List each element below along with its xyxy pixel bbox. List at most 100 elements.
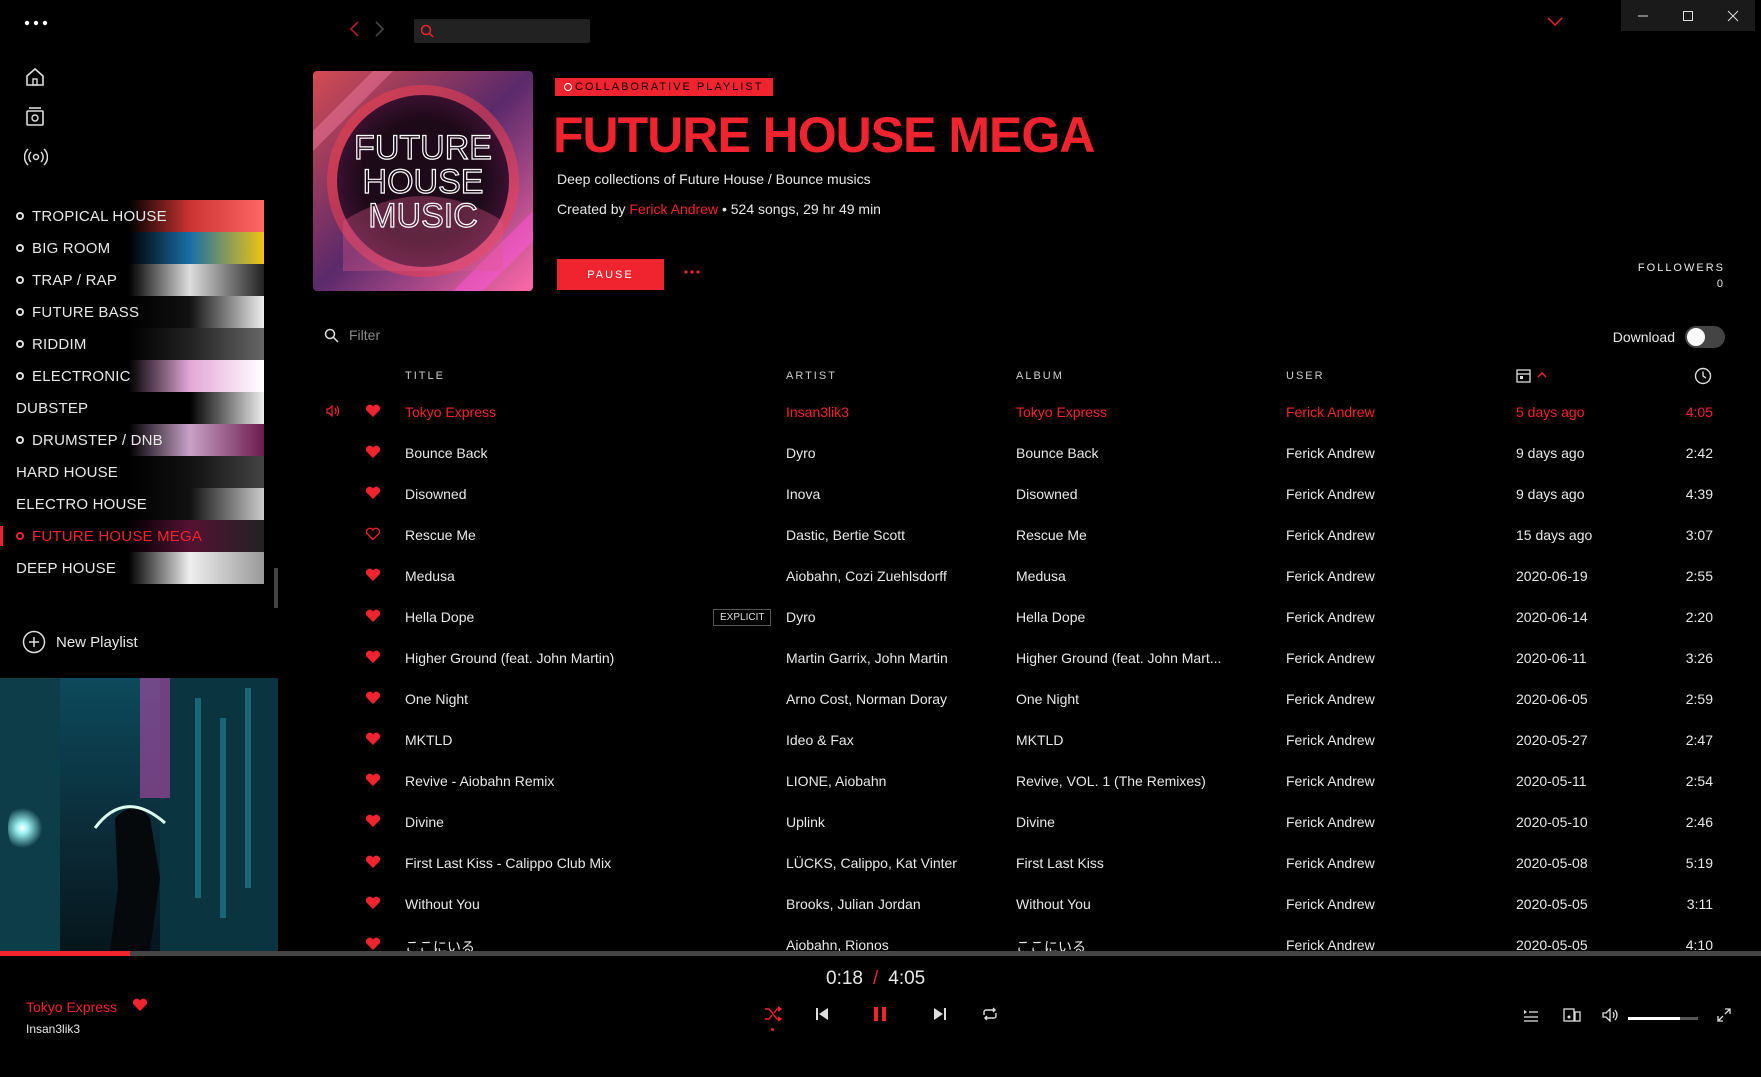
back-arrow-icon[interactable] [348, 20, 360, 38]
track-title[interactable]: MKTLD [405, 732, 452, 748]
shuffle-icon[interactable] [764, 1006, 782, 1022]
track-album[interactable]: Hella Dope [1016, 609, 1085, 625]
heart-icon[interactable] [365, 814, 381, 828]
table-row[interactable]: Hella Dope EXPLICIT Dyro Hella Dope Ferick A… [0, 597, 1761, 638]
chevron-down-icon[interactable] [1547, 17, 1563, 27]
pause-button[interactable]: PAUSE [557, 259, 664, 290]
track-title[interactable]: One Night [405, 691, 468, 707]
queue-icon[interactable] [1523, 1008, 1539, 1022]
heart-icon[interactable] [132, 998, 148, 1012]
track-user[interactable]: Ferick Andrew [1286, 609, 1375, 625]
track-title[interactable]: Divine [405, 814, 444, 830]
track-title[interactable]: Revive - Aiobahn Remix [405, 773, 554, 789]
track-title[interactable]: First Last Kiss - Calippo Club Mix [405, 855, 611, 871]
track-album[interactable]: Bounce Back [1016, 445, 1099, 461]
heart-icon[interactable] [365, 855, 381, 869]
download-toggle[interactable] [1685, 326, 1725, 348]
pause-icon[interactable] [873, 1006, 887, 1022]
next-track-icon[interactable] [933, 1006, 947, 1022]
library-icon[interactable] [24, 106, 46, 128]
track-album[interactable]: Tokyo Express [1016, 404, 1107, 420]
track-title[interactable]: Bounce Back [405, 445, 488, 461]
track-title[interactable]: Medusa [405, 568, 455, 584]
track-album[interactable]: Without You [1016, 896, 1091, 912]
track-user[interactable]: Ferick Andrew [1286, 404, 1375, 420]
track-user[interactable]: Ferick Andrew [1286, 568, 1375, 584]
track-artist[interactable]: Ideo & Fax [786, 732, 854, 748]
table-row[interactable]: Divine Uplink Divine Ferick Andrew 2020-05-1… [0, 802, 1761, 843]
maximize-icon[interactable] [1666, 0, 1711, 31]
table-row[interactable]: One Night Arno Cost, Norman Doray One Nigh… [0, 679, 1761, 720]
sidebar-item-playlist[interactable]: BIG ROOM [0, 232, 264, 264]
heart-icon[interactable] [365, 937, 381, 951]
track-user[interactable]: Ferick Andrew [1286, 732, 1375, 748]
table-row[interactable]: Higher Ground (feat. John Martin) Martin … [0, 638, 1761, 679]
table-row[interactable]: Disowned Inova Disowned Ferick Andrew 9 days… [0, 474, 1761, 515]
table-row[interactable]: Bounce Back Dyro Bounce Back Ferick Andrew 9… [0, 433, 1761, 474]
track-artist[interactable]: Uplink [786, 814, 825, 830]
volume-slider[interactable] [1628, 1017, 1698, 1020]
heart-icon[interactable] [365, 609, 381, 623]
track-album[interactable]: First Last Kiss [1016, 855, 1104, 871]
table-row[interactable]: First Last Kiss - Calippo Club Mix LÜCKS,… [0, 843, 1761, 884]
now-playing-title[interactable]: Tokyo Express [26, 999, 117, 1015]
heart-icon[interactable] [365, 527, 381, 541]
track-user[interactable]: Ferick Andrew [1286, 773, 1375, 789]
filter-input[interactable]: Filter [324, 327, 380, 343]
sidebar-item-playlist[interactable]: FUTURE BASS [0, 296, 264, 328]
track-user[interactable]: Ferick Andrew [1286, 896, 1375, 912]
track-artist[interactable]: Dastic, Bertie Scott [786, 527, 905, 543]
track-album[interactable]: Disowned [1016, 486, 1077, 502]
column-album[interactable]: ALBUM [1016, 370, 1064, 382]
table-row[interactable]: Tokyo Express Insan3lik3 Tokyo Express Feri… [0, 392, 1761, 433]
column-artist[interactable]: ARTIST [786, 370, 837, 382]
track-title[interactable]: Disowned [405, 486, 466, 502]
track-user[interactable]: Ferick Andrew [1286, 445, 1375, 461]
track-user[interactable]: Ferick Andrew [1286, 814, 1375, 830]
track-user[interactable]: Ferick Andrew [1286, 691, 1375, 707]
more-options-icon[interactable] [684, 270, 700, 274]
track-artist[interactable]: Brooks, Julian Jordan [786, 896, 921, 912]
track-album[interactable]: Medusa [1016, 568, 1066, 584]
heart-icon[interactable] [365, 773, 381, 787]
track-album[interactable]: Divine [1016, 814, 1055, 830]
sidebar-item-playlist[interactable]: RIDDIM [0, 328, 264, 360]
heart-icon[interactable] [365, 404, 381, 418]
track-artist[interactable]: Inova [786, 486, 820, 502]
track-artist[interactable]: Dyro [786, 609, 816, 625]
track-artist[interactable]: Aiobahn, Cozi Zuehlsdorff [786, 568, 947, 584]
track-user[interactable]: Ferick Andrew [1286, 650, 1375, 666]
volume-icon[interactable] [1602, 1008, 1620, 1022]
table-row[interactable]: Rescue Me Dastic, Bertie Scott Rescue Me Fe… [0, 515, 1761, 556]
clock-icon[interactable] [1694, 367, 1712, 385]
heart-icon[interactable] [365, 445, 381, 459]
track-title[interactable]: Without You [405, 896, 480, 912]
track-album[interactable]: One Night [1016, 691, 1079, 707]
now-playing-artist[interactable]: Insan3lik3 [26, 1022, 80, 1036]
track-album[interactable]: MKTLD [1016, 732, 1063, 748]
sidebar-item-playlist[interactable]: TRAP / RAP [0, 264, 264, 296]
track-album[interactable]: Rescue Me [1016, 527, 1087, 543]
track-user[interactable]: Ferick Andrew [1286, 527, 1375, 543]
column-user[interactable]: USER [1286, 370, 1325, 382]
table-row[interactable]: Without You Brooks, Julian Jordan Without … [0, 884, 1761, 925]
track-artist[interactable]: LÜCKS, Calippo, Kat Vinter [786, 855, 957, 871]
heart-icon[interactable] [365, 568, 381, 582]
track-album[interactable]: Higher Ground (feat. John Mart... [1016, 650, 1221, 666]
track-artist[interactable]: Arno Cost, Norman Doray [786, 691, 947, 707]
track-user[interactable]: Ferick Andrew [1286, 855, 1375, 871]
previous-track-icon[interactable] [815, 1006, 829, 1022]
close-icon[interactable] [1710, 0, 1755, 31]
calendar-sort-icon[interactable] [1516, 367, 1550, 385]
heart-icon[interactable] [365, 732, 381, 746]
heart-icon[interactable] [365, 691, 381, 705]
minimize-icon[interactable] [1621, 0, 1666, 31]
track-artist[interactable]: LIONE, Aiobahn [786, 773, 886, 789]
track-album[interactable]: Revive, VOL. 1 (The Remixes) [1016, 773, 1206, 789]
table-row[interactable]: Revive - Aiobahn Remix LIONE, Aiobahn Revi… [0, 761, 1761, 802]
table-row[interactable]: MKTLD Ideo & Fax MKTLD Ferick Andrew 2020-05… [0, 720, 1761, 761]
fullscreen-icon[interactable] [1717, 1008, 1731, 1022]
track-artist[interactable]: Insan3lik3 [786, 404, 849, 420]
creator-link[interactable]: Ferick Andrew [629, 201, 718, 217]
heart-icon[interactable] [365, 896, 381, 910]
